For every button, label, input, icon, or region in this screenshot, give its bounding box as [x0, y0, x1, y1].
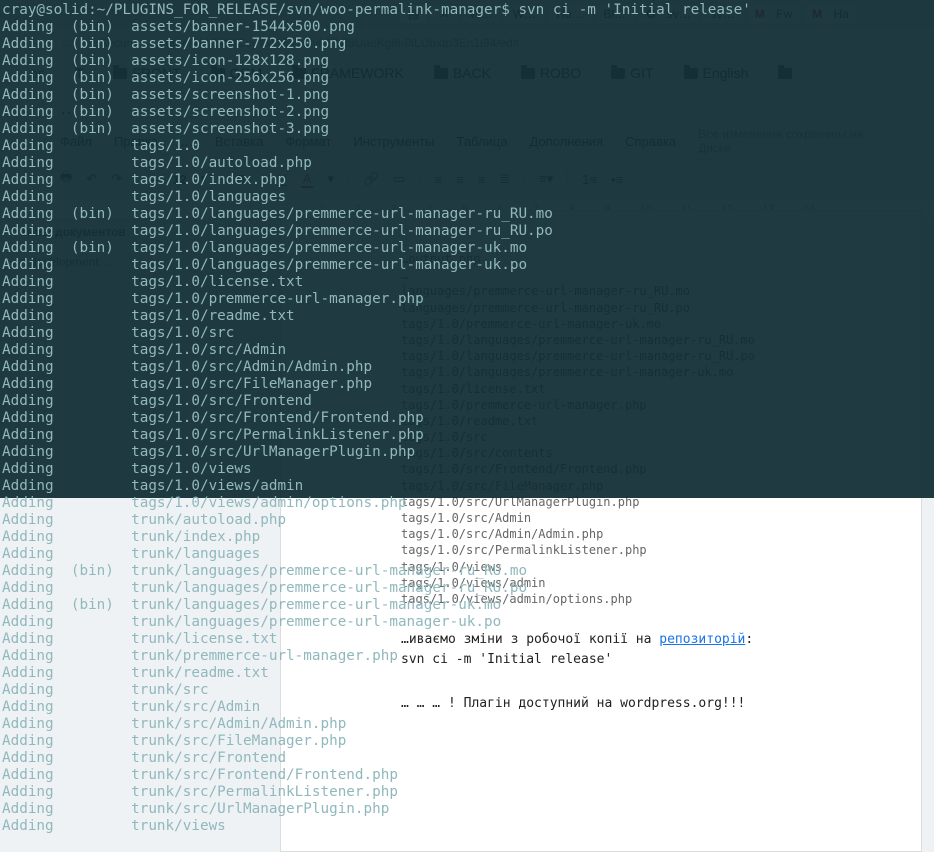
terminal-output[interactable]: cray@solid:~/PLUGINS_FOR_RELEASE/svn/woo…	[0, 0, 560, 835]
terminal-window[interactable]: cray@solid:~/PLUGINS_FOR_RELEASE/svn/woo…	[0, 0, 560, 845]
repo-link[interactable]: репозиторій	[659, 632, 745, 647]
doc-text: :	[745, 632, 753, 647]
